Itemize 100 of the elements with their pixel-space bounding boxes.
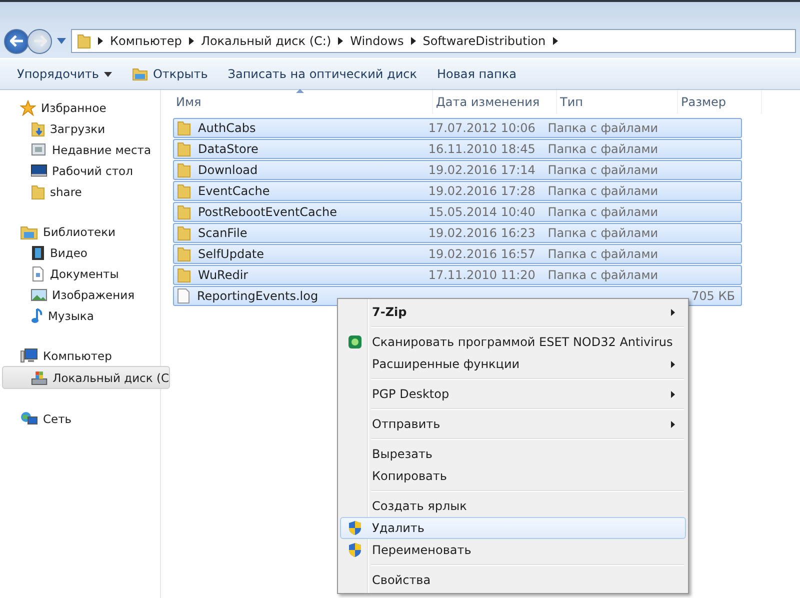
folder-icon bbox=[132, 67, 148, 81]
file-row[interactable]: DataStore 16.11.2010 18:45 Папка с файлами bbox=[173, 139, 742, 159]
date-cell: 19.02.2016 17:14 bbox=[428, 163, 536, 177]
date-cell: 15.05.2014 10:40 bbox=[428, 205, 536, 219]
toolbar-button[interactable]: Открыть bbox=[124, 63, 215, 85]
folder-icon bbox=[177, 204, 191, 220]
sidebar-item[interactable]: Видео bbox=[0, 242, 160, 263]
sidebar-heading[interactable]: Сеть bbox=[0, 408, 160, 429]
file-row[interactable]: EventCache 19.02.2016 17:28 Папка с файлами bbox=[173, 181, 742, 201]
shield-check-icon bbox=[348, 335, 362, 349]
library-icon bbox=[20, 224, 38, 240]
music-note-icon bbox=[31, 308, 43, 324]
file-name: AuthCabs bbox=[198, 121, 256, 135]
sidebar-heading[interactable]: Библиотеки bbox=[0, 221, 160, 242]
type-cell: Папка с файлами bbox=[548, 142, 658, 156]
folder-icon bbox=[177, 267, 191, 283]
submenu-arrow-icon bbox=[671, 308, 675, 316]
breadcrumb[interactable]: Локальный диск (C:) bbox=[200, 34, 332, 48]
type-cell: Папка с файлами bbox=[548, 205, 658, 219]
chevron-icon[interactable] bbox=[188, 37, 194, 45]
breadcrumb[interactable]: Компьютер bbox=[110, 34, 182, 48]
folder-icon bbox=[177, 141, 191, 157]
recent-places-icon bbox=[31, 142, 47, 158]
type-cell: Папка с файлами bbox=[548, 268, 658, 282]
file-name: EventCache bbox=[198, 184, 270, 198]
film-icon bbox=[31, 244, 45, 260]
shield-icon bbox=[348, 520, 362, 536]
sidebar-item[interactable]: share bbox=[0, 181, 160, 202]
file-row[interactable]: SelfUpdate 19.02.2016 16:57 Папка с файлами bbox=[173, 244, 742, 264]
menu-item[interactable]: Создать ярлык bbox=[340, 495, 686, 517]
menu-item[interactable]: Копировать bbox=[340, 465, 686, 487]
column-header[interactable]: Тип bbox=[557, 90, 678, 114]
forward-arrow-icon bbox=[32, 35, 46, 47]
sidebar-item[interactable]: Локальный диск (C bbox=[2, 366, 170, 389]
file-row[interactable]: PostRebootEventCache 15.05.2014 10:40 Папка с файлами bbox=[173, 202, 742, 222]
toolbar-button[interactable]: Новая папка bbox=[430, 63, 524, 85]
drive-icon bbox=[31, 370, 48, 386]
date-cell: 17.11.2010 11:20 bbox=[428, 268, 536, 282]
menu-item[interactable]: Удалить bbox=[340, 517, 686, 539]
date-cell: 19.02.2016 17:28 bbox=[428, 184, 536, 198]
submenu-arrow-icon bbox=[671, 360, 675, 368]
folder-icon bbox=[177, 162, 191, 178]
date-cell: 17.07.2012 10:06 bbox=[428, 121, 536, 135]
sidebar-item[interactable]: Документы bbox=[0, 263, 160, 284]
sidebar-item[interactable]: Загрузки bbox=[0, 118, 160, 139]
folder-icon bbox=[177, 246, 191, 262]
column-header[interactable]: Дата изменения bbox=[433, 90, 557, 114]
menu-item[interactable]: Отправить bbox=[340, 413, 686, 435]
sidebar-item[interactable]: Изображения bbox=[0, 284, 160, 305]
menu-item[interactable]: Свойства bbox=[340, 569, 686, 591]
dropdown-arrow-icon[interactable] bbox=[57, 38, 66, 44]
file-row[interactable]: ScanFile 19.02.2016 16:23 Папка с файлами bbox=[173, 223, 742, 243]
desktop-icon bbox=[31, 164, 47, 178]
sidebar-heading[interactable]: Компьютер bbox=[0, 345, 160, 366]
sidebar-item[interactable]: Музыка bbox=[0, 305, 160, 326]
menu-item[interactable]: PGP Desktop bbox=[340, 383, 686, 405]
date-cell: 19.02.2016 16:23 bbox=[428, 226, 536, 240]
column-header[interactable]: Размер bbox=[678, 90, 762, 114]
breadcrumb[interactable]: SoftwareDistribution bbox=[422, 34, 546, 48]
toolbar-button[interactable]: Записать на оптический диск bbox=[220, 63, 424, 85]
file-name: ScanFile bbox=[198, 226, 248, 240]
chevron-icon[interactable] bbox=[98, 37, 103, 45]
menu-item[interactable]: Расширенные функции bbox=[340, 353, 686, 375]
document-icon bbox=[31, 266, 45, 282]
chevron-icon[interactable] bbox=[552, 37, 558, 45]
address-bar[interactable]: Компьютер Локальный диск (C:) Windows SoftwareDistribution bbox=[71, 29, 796, 53]
sidebar-heading[interactable]: Избранное bbox=[0, 97, 160, 118]
date-cell: 16.11.2010 18:45 bbox=[428, 142, 536, 156]
type-cell: Папка с файлами bbox=[548, 121, 658, 135]
caret-icon bbox=[104, 72, 112, 76]
back-button[interactable] bbox=[4, 28, 29, 54]
back-arrow-icon bbox=[10, 35, 24, 47]
menu-item[interactable]: Сканировать программой ESET NOD32 Antivirus bbox=[340, 331, 686, 353]
chevron-icon[interactable] bbox=[338, 37, 344, 45]
file-row[interactable]: AuthCabs 17.07.2012 10:06 Папка с файлами bbox=[173, 118, 742, 138]
file-name: SelfUpdate bbox=[198, 247, 264, 261]
sidebar-item[interactable]: Рабочий стол bbox=[0, 160, 160, 181]
forward-button[interactable] bbox=[27, 28, 52, 54]
menu-item[interactable]: Переименовать bbox=[340, 539, 686, 561]
type-cell: Папка с файлами bbox=[548, 163, 658, 177]
folder-icon bbox=[77, 33, 91, 49]
toolbar-button[interactable]: Упорядочить bbox=[10, 63, 119, 85]
folder-icon bbox=[177, 120, 191, 136]
type-cell: Папка с файлами bbox=[548, 226, 658, 240]
sidebar-item[interactable]: Недавние места bbox=[0, 139, 160, 160]
chevron-icon[interactable] bbox=[410, 37, 416, 45]
breadcrumb[interactable]: Windows bbox=[350, 34, 404, 48]
submenu-arrow-icon bbox=[671, 420, 675, 428]
size-cell: 705 КБ bbox=[692, 289, 735, 303]
file-name: Download bbox=[198, 163, 258, 177]
folder-icon bbox=[177, 183, 191, 199]
menu-item[interactable]: Вырезать bbox=[340, 443, 686, 465]
file-row[interactable]: WuRedir 17.11.2010 11:20 Папка с файлами bbox=[173, 265, 742, 285]
date-cell: 19.02.2016 16:57 bbox=[428, 247, 536, 261]
type-cell: Папка с файлами bbox=[548, 247, 658, 261]
text-file-icon bbox=[177, 288, 190, 304]
download-folder-icon bbox=[31, 120, 45, 136]
shield-icon bbox=[348, 542, 362, 558]
network-icon bbox=[20, 410, 38, 426]
file-row[interactable]: Download 19.02.2016 17:14 Папка с файлами bbox=[173, 160, 742, 180]
